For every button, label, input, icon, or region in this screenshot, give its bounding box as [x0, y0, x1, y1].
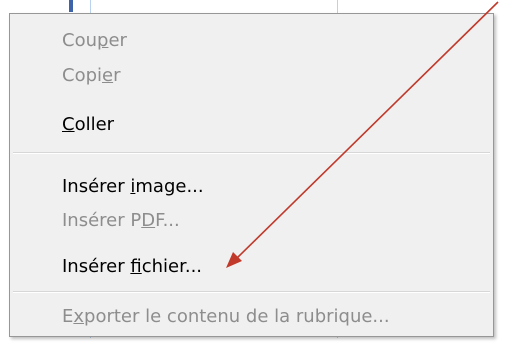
menu-item-copy[interactable]: Copier	[62, 59, 121, 93]
context-menu: Couper Copier Coller Insérer image... In…	[9, 13, 494, 337]
document-background	[0, 0, 507, 14]
menu-separator	[13, 291, 490, 293]
menu-item-insert-file[interactable]: Insérer fichier...	[62, 250, 202, 284]
text-caret	[69, 0, 73, 12]
menu-item-cut[interactable]: Couper	[62, 24, 127, 58]
menu-item-paste[interactable]: Coller	[62, 108, 114, 142]
document-background	[0, 338, 507, 351]
menu-item-insert-pdf[interactable]: Insérer PDF...	[62, 204, 180, 238]
screenshot: Couper Copier Coller Insérer image... In…	[0, 0, 507, 351]
menu-item-insert-image[interactable]: Insérer image...	[62, 170, 204, 204]
menu-item-export-content[interactable]: Exporter le contenu de la rubrique...	[62, 300, 390, 334]
menu-separator	[13, 152, 490, 154]
